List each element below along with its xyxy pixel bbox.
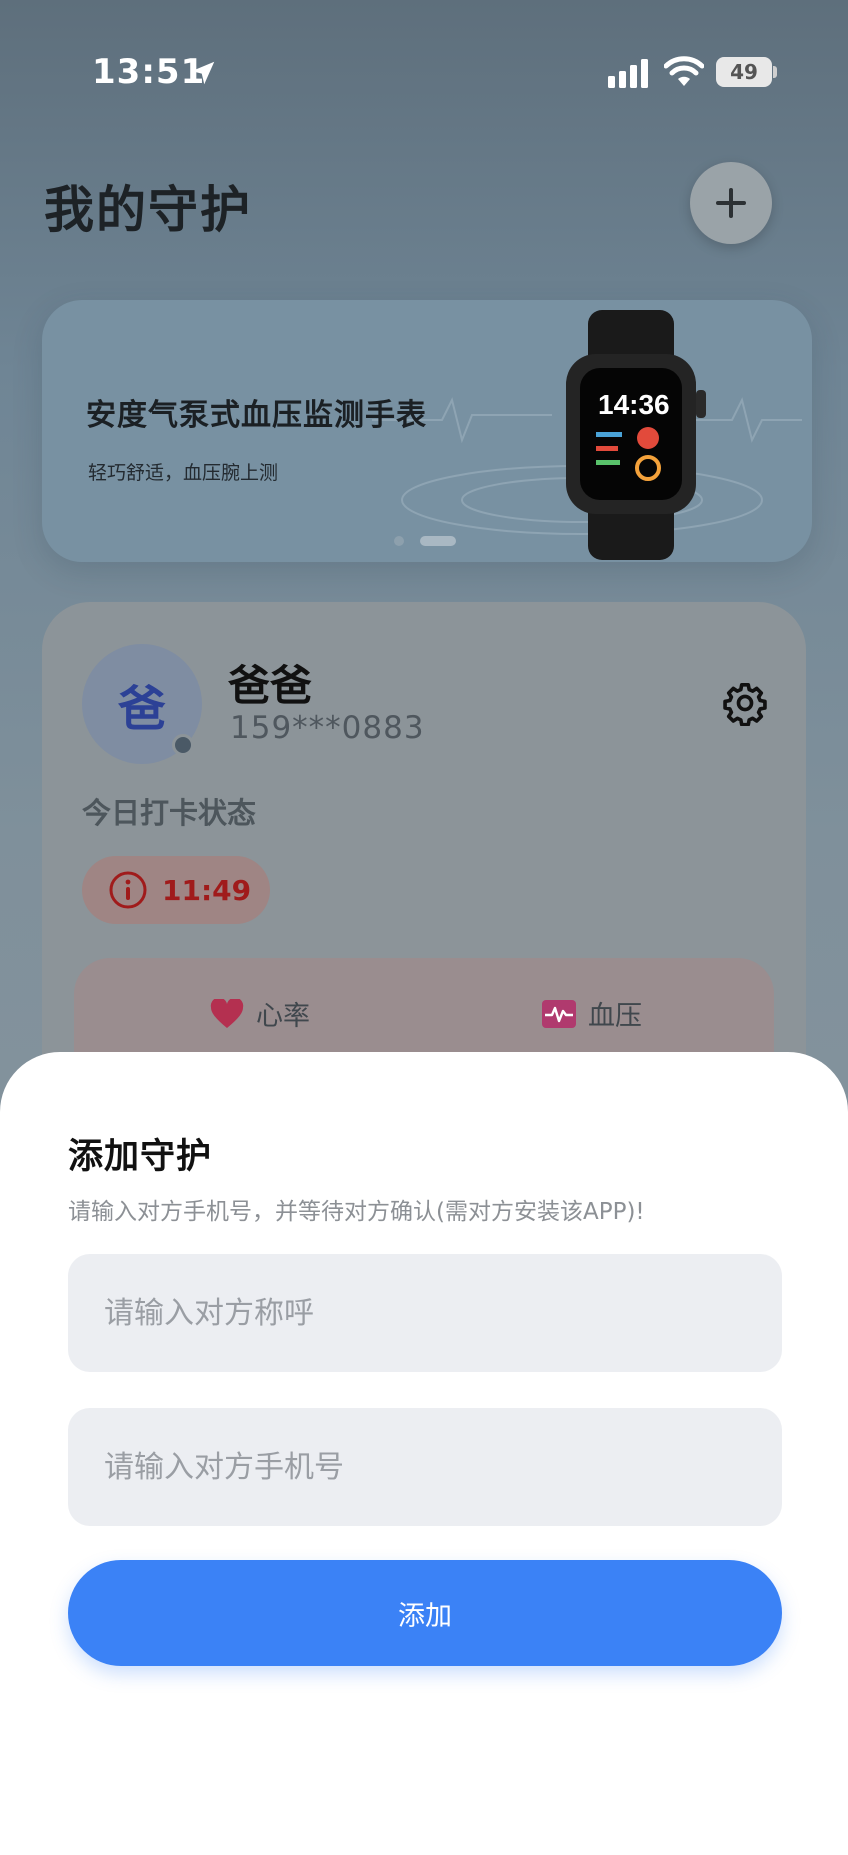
add-guardian-sheet: 添加守护 请输入对方手机号，并等待对方确认(需对方安装该APP)! 添加 — [0, 1052, 848, 1855]
watch-screen-time: 14:36 — [598, 389, 670, 420]
sheet-title: 添加守护 — [68, 1137, 213, 1177]
nickname-input[interactable] — [68, 1254, 782, 1372]
sheet-subtitle: 请输入对方手机号，并等待对方确认(需对方安装该APP)! — [68, 1199, 645, 1225]
banner-title: 安度气泵式血压监测手表 — [86, 398, 427, 433]
guardian-name: 爸爸 — [228, 661, 313, 710]
plus-icon — [716, 188, 746, 218]
carousel-dot-active[interactable] — [420, 536, 456, 546]
promo-banner[interactable]: 安度气泵式血压监测手表 轻巧舒适，血压腕上测 14:36 — [42, 300, 812, 562]
cellular-signal-icon — [608, 59, 648, 88]
checkin-status-title: 今日打卡状态 — [82, 796, 257, 830]
guardian-phone: 159***0883 — [230, 710, 425, 746]
smartwatch-image: 14:36 — [566, 310, 706, 560]
add-button[interactable]: 添加 — [68, 1560, 782, 1666]
phone-input[interactable] — [68, 1408, 782, 1526]
battery-tip — [773, 66, 777, 78]
wifi-icon — [664, 56, 704, 86]
online-status-dot — [172, 734, 194, 756]
gear-icon[interactable] — [722, 680, 768, 726]
blood-pressure-icon — [542, 999, 576, 1028]
banner-subtitle: 轻巧舒适，血压腕上测 — [88, 462, 279, 484]
metric-label: 血压 — [588, 1001, 642, 1032]
battery-level: 49 — [716, 57, 772, 87]
page-title: 我的守护 — [44, 181, 252, 239]
add-guardian-button[interactable] — [690, 162, 772, 244]
carousel-dot[interactable] — [394, 536, 404, 546]
status-bar: 13:51 49 — [0, 0, 848, 150]
heart-icon — [210, 998, 244, 1028]
checkin-time-badge[interactable]: 11:49 — [82, 856, 270, 924]
info-icon — [109, 871, 147, 909]
guardian-card[interactable]: 爸 爸爸 159***0883 今日打卡状态 11:49 心率 血压 — [42, 602, 806, 1122]
location-arrow-icon — [191, 61, 215, 85]
checkin-time: 11:49 — [162, 873, 252, 907]
metric-heart-rate[interactable]: 心率 — [210, 994, 310, 1033]
metric-blood-pressure[interactable]: 血压 — [542, 994, 642, 1033]
metric-label: 心率 — [256, 1001, 310, 1032]
